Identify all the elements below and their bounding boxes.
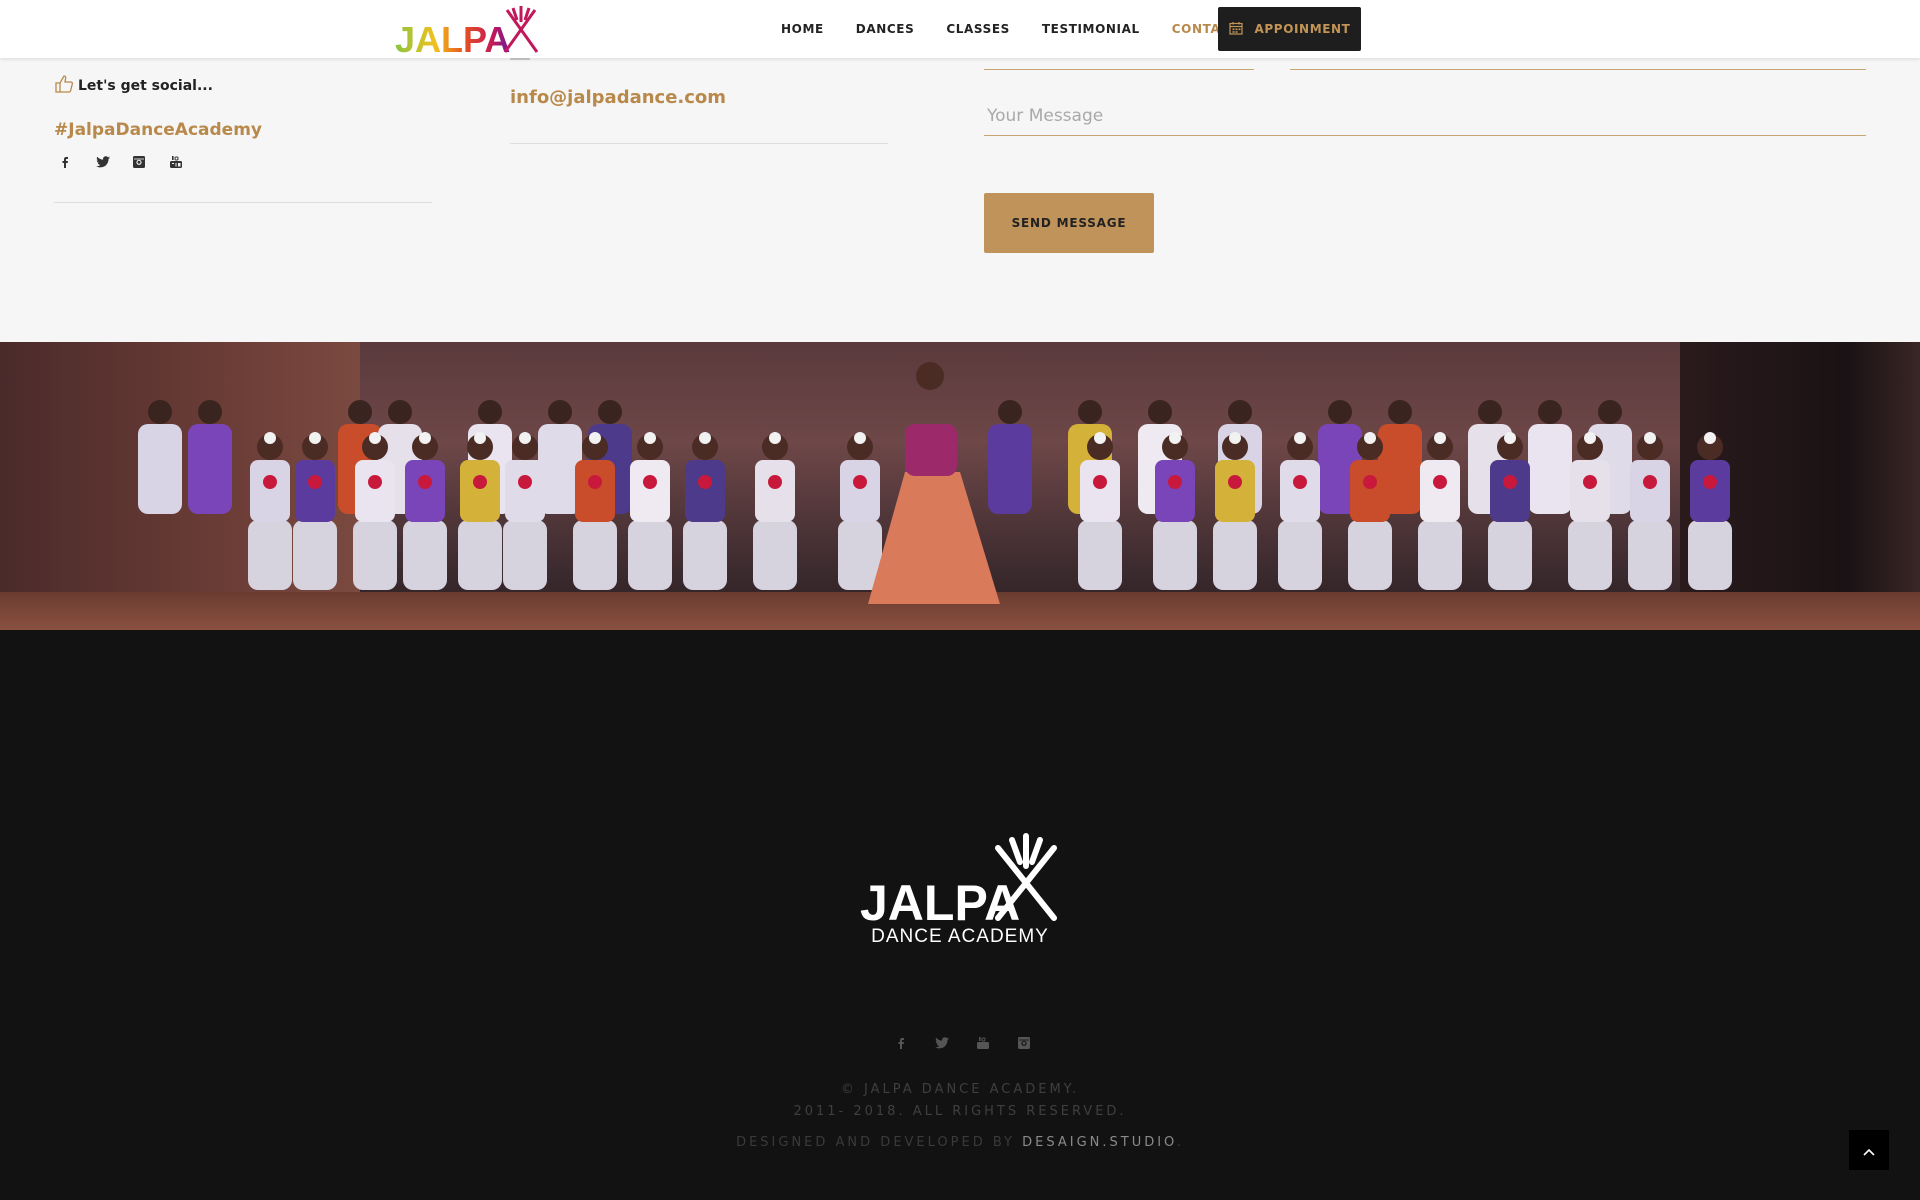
divider <box>510 143 888 144</box>
nav-classes[interactable]: CLASSES <box>930 22 1026 36</box>
dancer-front <box>1688 432 1732 590</box>
chevron-up-icon <box>1863 1141 1875 1160</box>
copyright-line: © JALPA DANCE ACADEMY. <box>840 1082 1080 1097</box>
email-field[interactable] <box>1290 69 1866 70</box>
dancer-front <box>293 432 337 590</box>
calendar-icon <box>1228 21 1243 38</box>
dancer-back <box>1528 400 1572 514</box>
divider <box>54 202 432 203</box>
footer: JALPA DANCE ACADEMY © JALPA DANCE ACADEM… <box>0 630 1920 1200</box>
dancer-back <box>188 400 232 514</box>
nav-testimonial[interactable]: TESTIMONIAL <box>1026 22 1156 36</box>
dancer-front <box>1628 432 1672 590</box>
copyright-years: 2011- 2018. ALL RIGHTS RESERVED. <box>793 1104 1127 1119</box>
credit-line: DESIGNED AND DEVELOPED BY DESAIGN.STUDIO… <box>0 1135 1920 1150</box>
dancer-front <box>753 432 797 590</box>
dancer-front <box>248 432 292 590</box>
top-navigation-bar: JALPA HOME DANCES CLASSES TESTIMONIAL CO… <box>0 0 1920 58</box>
dance-group-photo <box>0 342 1920 630</box>
facebook-icon[interactable] <box>58 151 95 173</box>
jalpa-logo[interactable]: JALPA <box>395 4 545 56</box>
main-nav: HOME DANCES CLASSES TESTIMONIAL CONTACT <box>765 0 1255 58</box>
credit-prefix: DESIGNED AND DEVELOPED BY <box>736 1135 1023 1150</box>
social-heading-text: Let's get social... <box>78 78 213 94</box>
message-input[interactable] <box>984 96 1866 136</box>
dancer-front <box>683 432 727 590</box>
credit-link[interactable]: DESAIGN.STUDIO <box>1022 1135 1177 1150</box>
twitter-icon[interactable] <box>921 1032 962 1054</box>
dancer-back <box>138 400 182 514</box>
instagram-icon[interactable] <box>1003 1032 1044 1054</box>
name-field[interactable] <box>984 69 1254 70</box>
logo-wordmark: JALPA <box>395 19 510 56</box>
instagram-icon[interactable] <box>132 151 169 173</box>
credit-suffix: . <box>1176 1135 1184 1150</box>
thumbs-up-icon <box>54 74 74 98</box>
dancers-illustration <box>138 362 1732 604</box>
twitter-icon[interactable] <box>95 151 132 173</box>
nav-home[interactable]: HOME <box>765 22 840 36</box>
back-to-top-button[interactable] <box>1849 1130 1889 1170</box>
youtube-icon[interactable] <box>962 1032 1003 1054</box>
youtube-icon[interactable] <box>169 151 206 173</box>
contact-social-icons <box>58 151 206 173</box>
dancer-front <box>1278 432 1322 590</box>
facebook-icon[interactable] <box>880 1032 921 1054</box>
dancer-front <box>628 432 672 590</box>
lead-dancer <box>868 362 1000 604</box>
footer-logo-subtitle: DANCE ACADEMY <box>871 926 1049 947</box>
nav-dances[interactable]: DANCES <box>840 22 931 36</box>
email-link[interactable]: info@jalpadance.com <box>510 87 726 108</box>
appointment-button[interactable]: APPOINMENT <box>1218 7 1361 51</box>
footer-social-icons <box>880 1032 1044 1054</box>
footer-logo[interactable]: JALPA DANCE ACADEMY <box>858 832 1062 950</box>
dancer-front <box>838 432 882 590</box>
hashtag: #JalpaDanceAcademy <box>54 120 263 140</box>
social-heading: Let's get social... <box>54 74 213 98</box>
send-message-button[interactable]: SEND MESSAGE <box>984 193 1154 253</box>
appointment-label: APPOINMENT <box>1254 22 1351 36</box>
dancer-back <box>988 400 1032 514</box>
dancer-front <box>1418 432 1462 590</box>
